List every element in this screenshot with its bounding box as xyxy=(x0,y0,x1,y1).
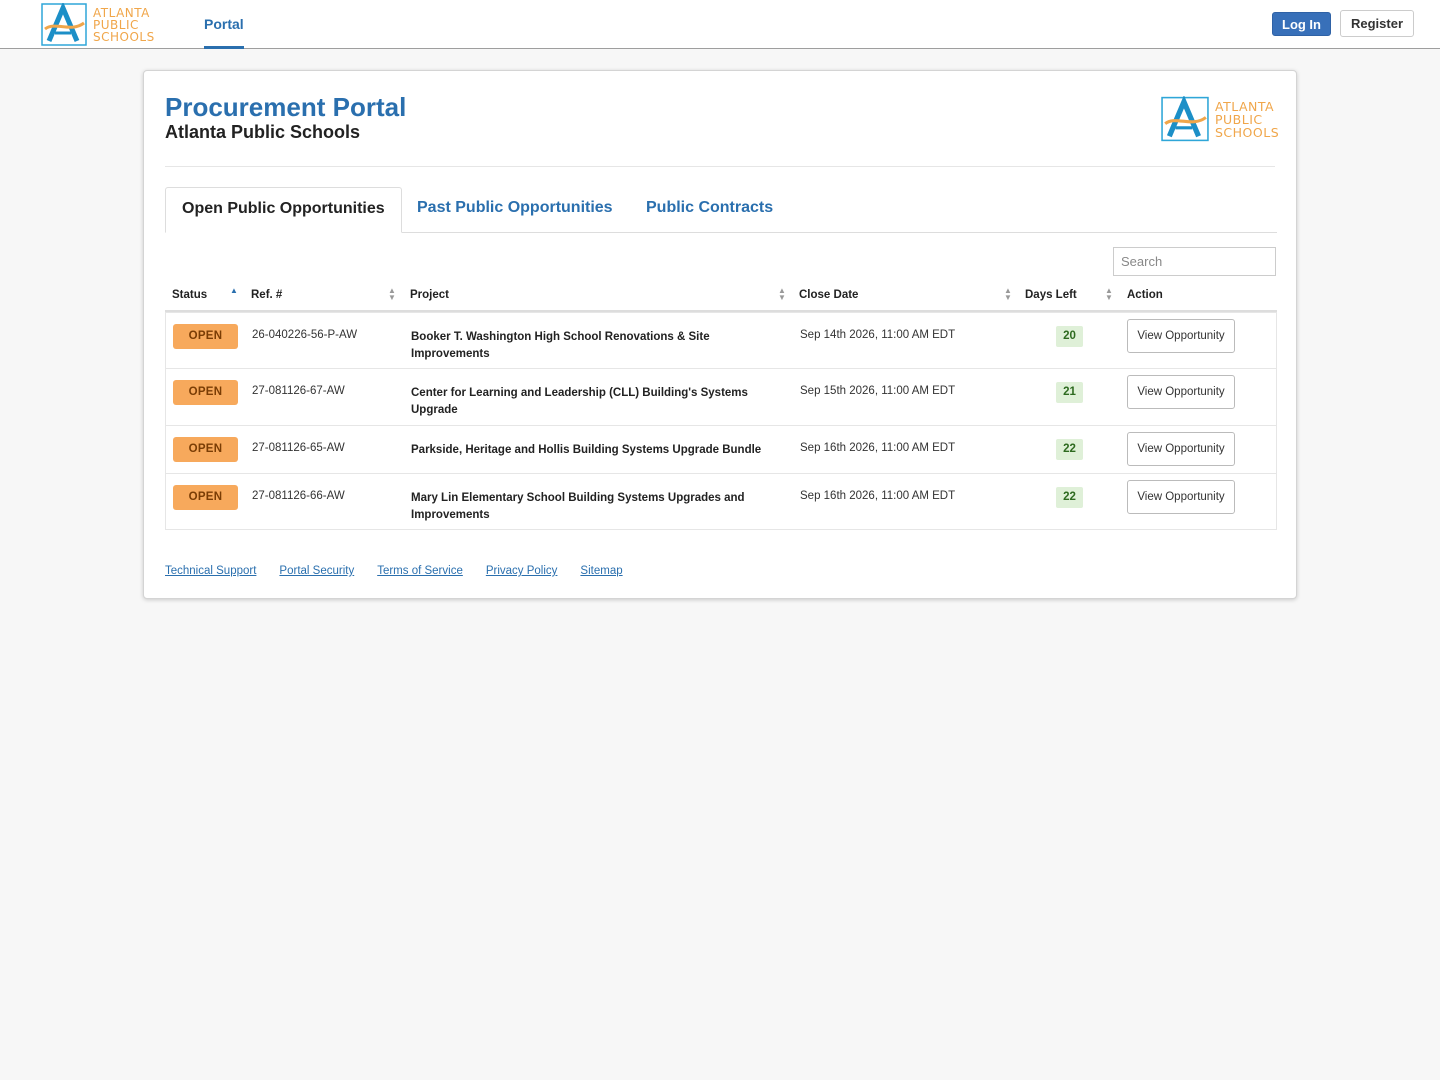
column-header-close-date[interactable]: Close Date xyxy=(799,289,858,301)
project-name: Center for Learning and Leadership (CLL)… xyxy=(411,387,748,416)
logo-text-line: ATLANTA xyxy=(93,5,150,20)
status-badge: OPEN xyxy=(173,485,238,510)
logo-text-line: PUBLIC xyxy=(93,17,139,32)
status-badge: OPEN xyxy=(173,437,238,462)
days-left-badge: 22 xyxy=(1056,487,1083,508)
footer-links: Technical Support Portal Security Terms … xyxy=(165,565,623,577)
close-date: Sep 15th 2026, 11:00 AM EDT xyxy=(800,385,956,397)
search-input[interactable] xyxy=(1113,247,1276,276)
sort-icon[interactable]: ▲ ▼ xyxy=(777,287,787,302)
ref-number: 26-040226-56-P-AW xyxy=(252,329,358,341)
register-button[interactable]: Register xyxy=(1340,10,1414,37)
close-date: Sep 16th 2026, 11:00 AM EDT xyxy=(800,490,956,502)
footer-link-technical-support[interactable]: Technical Support xyxy=(165,565,256,577)
login-button[interactable]: Log In xyxy=(1272,12,1331,36)
project-name: Booker T. Washington High School Renovat… xyxy=(411,331,710,360)
column-header-status[interactable]: Status xyxy=(172,289,207,301)
logo-text-line: ATLANTA xyxy=(1215,98,1275,114)
close-date: Sep 16th 2026, 11:00 AM EDT xyxy=(800,442,956,454)
tab-public-contracts[interactable]: Public Contracts xyxy=(630,187,789,233)
footer-link-portal-security[interactable]: Portal Security xyxy=(279,565,354,577)
view-opportunity-button[interactable]: View Opportunity xyxy=(1127,319,1235,353)
ref-number: 27-081126-67-AW xyxy=(252,385,345,397)
logo-text-line: PUBLIC xyxy=(1215,111,1263,127)
project-name: Mary Lin Elementary School Building Syst… xyxy=(411,492,745,521)
table-row: OPEN 26-040226-56-P-AW Booker T. Washing… xyxy=(166,312,1276,368)
logo-text-line: SCHOOLS xyxy=(93,29,155,44)
aps-logo-text: ATLANTA PUBLIC SCHOOLS xyxy=(1215,100,1279,139)
table-row: OPEN 27-081126-67-AW Center for Learning… xyxy=(166,368,1276,425)
logo-text-line: SCHOOLS xyxy=(1215,124,1280,140)
status-badge: OPEN xyxy=(173,324,238,349)
column-header-ref[interactable]: Ref. # xyxy=(251,289,282,301)
aps-logo-text: ATLANTA PUBLIC SCHOOLS xyxy=(93,7,155,43)
ref-number: 27-081126-66-AW xyxy=(252,490,345,502)
procurement-card: Procurement Portal Atlanta Public School… xyxy=(143,70,1297,599)
header-divider xyxy=(165,166,1275,167)
page-title: Procurement Portal xyxy=(165,92,407,122)
close-date: Sep 14th 2026, 11:00 AM EDT xyxy=(800,329,956,341)
footer-link-sitemap[interactable]: Sitemap xyxy=(580,565,622,577)
table-header: Status ▲ Ref. # ▲ ▼ Project ▲ ▼ Close Date… xyxy=(165,283,1277,312)
column-header-project[interactable]: Project xyxy=(410,289,449,301)
tab-past-public-opportunities[interactable]: Past Public Opportunities xyxy=(401,187,629,233)
ref-number: 27-081126-65-AW xyxy=(252,442,345,454)
aps-logo-mark-icon xyxy=(1161,95,1209,142)
table-body: OPEN 26-040226-56-P-AW Booker T. Washing… xyxy=(165,312,1277,530)
tab-open-public-opportunities[interactable]: Open Public Opportunities xyxy=(165,187,402,233)
view-opportunity-button[interactable]: View Opportunity xyxy=(1127,432,1235,466)
view-opportunity-button[interactable]: View Opportunity xyxy=(1127,375,1235,409)
days-left-badge: 20 xyxy=(1056,326,1083,347)
days-left-badge: 22 xyxy=(1056,439,1083,460)
days-left-badge: 21 xyxy=(1056,382,1083,403)
view-opportunity-button[interactable]: View Opportunity xyxy=(1127,480,1235,514)
sort-icon[interactable]: ▲ ▼ xyxy=(387,287,397,302)
footer-link-privacy-policy[interactable]: Privacy Policy xyxy=(486,565,558,577)
opportunity-tabs: Open Public Opportunities Past Public Op… xyxy=(165,187,1277,233)
project-name: Parkside, Heritage and Hollis Building S… xyxy=(411,444,762,456)
column-header-action: Action xyxy=(1127,289,1163,301)
opportunities-table: Status ▲ Ref. # ▲ ▼ Project ▲ ▼ Close Date… xyxy=(165,283,1277,530)
aps-logo-mark-icon xyxy=(41,1,87,46)
aps-card-logo: ATLANTA PUBLIC SCHOOLS xyxy=(1161,95,1279,142)
sort-icon[interactable]: ▲ ▼ xyxy=(1104,287,1114,302)
status-badge: OPEN xyxy=(173,380,238,405)
page-subtitle: Atlanta Public Schools xyxy=(165,122,361,142)
sort-icon[interactable]: ▲ ▼ xyxy=(1003,287,1013,302)
footer-link-terms-of-service[interactable]: Terms of Service xyxy=(377,565,463,577)
table-row: OPEN 27-081126-65-AW Parkside, Heritage … xyxy=(166,425,1276,473)
sort-ascending-icon[interactable]: ▲ xyxy=(229,287,239,295)
table-row: OPEN 27-081126-66-AW Mary Lin Elementary… xyxy=(166,473,1276,529)
column-header-days-left[interactable]: Days Left xyxy=(1025,289,1077,301)
nav-tab-portal[interactable]: Portal xyxy=(204,0,244,49)
top-navbar: ATLANTA PUBLIC SCHOOLS Portal Log In Reg… xyxy=(0,0,1440,49)
aps-logo[interactable]: ATLANTA PUBLIC SCHOOLS xyxy=(41,1,155,46)
